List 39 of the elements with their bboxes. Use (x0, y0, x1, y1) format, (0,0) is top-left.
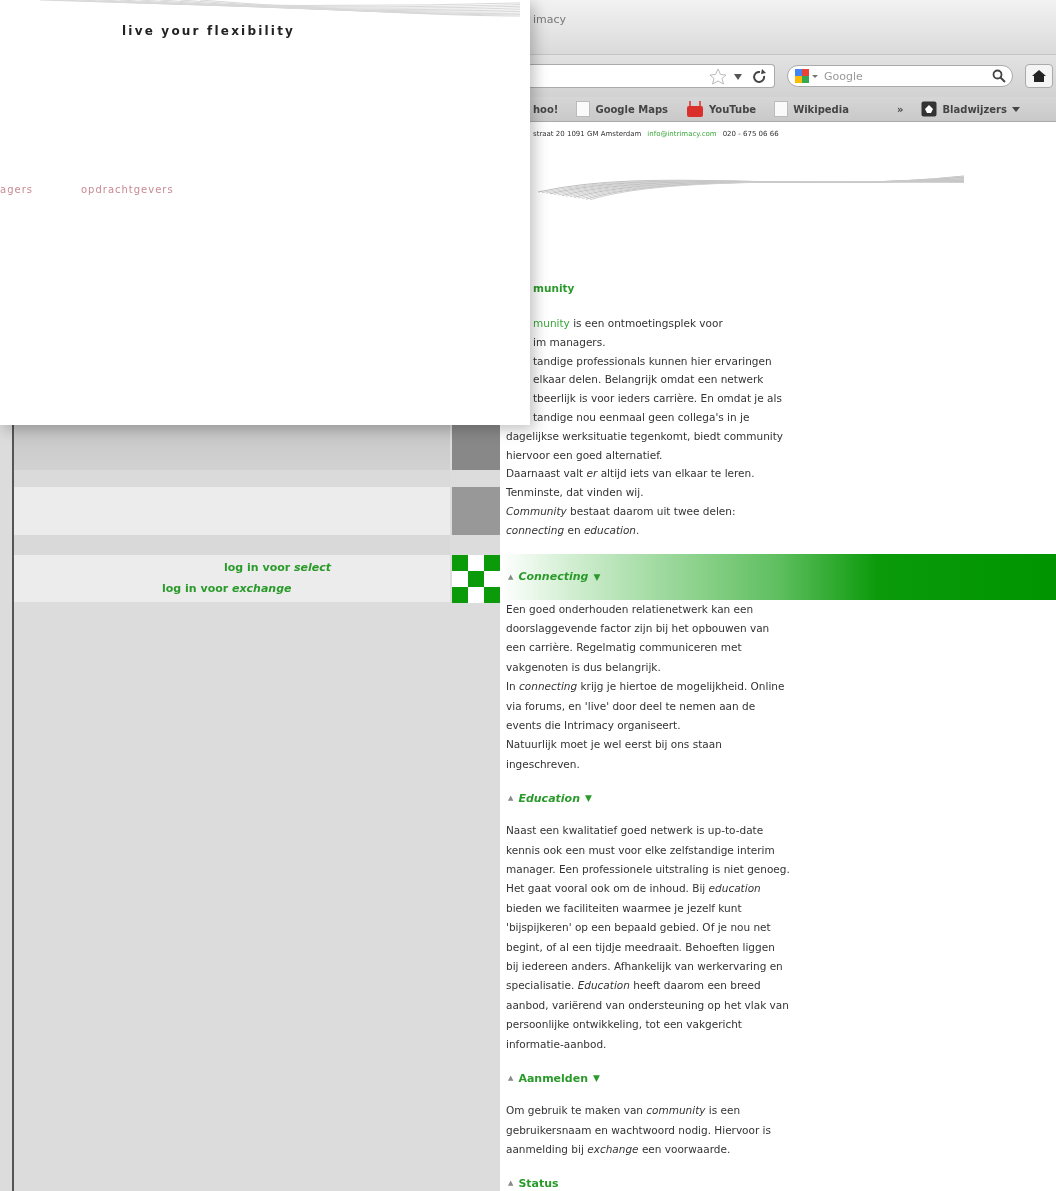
search-field[interactable]: Google (787, 65, 1013, 87)
tagline: live your flexibility (122, 24, 297, 38)
section-heading[interactable]: Connecting (518, 570, 589, 584)
section-heading: munity (532, 282, 576, 296)
bookmark-item[interactable]: » (896, 103, 904, 115)
bookmark-item[interactable]: Bladwijzers (921, 101, 1020, 117)
down-arrow[interactable]: ▼ (593, 1073, 600, 1084)
caret-icon (1011, 105, 1020, 113)
bookmark-item[interactable]: Google Maps (576, 101, 669, 117)
bookmark-item[interactable]: Wikipedia (774, 101, 849, 117)
paragraph: Een goed onderhouden relatienetwerk kan een doorslaggevende factor zijn bij het opbouwen van een carrière. Regelmatig communiceren met vakgenoten is dus belangrijk. In connecting krijg je hiertoe de mogelijkheid. Online via forums, en 'live' door deel te nemen aan de events die Intrimacy organiseert. Natuurlijk moet je wel eerst bij ons staan ingeschreven. (505, 601, 786, 772)
search-icon (992, 69, 1006, 83)
video-icon (686, 100, 705, 118)
search-engine-icon (794, 66, 820, 86)
square-block (452, 425, 500, 470)
section-heading[interactable]: Education (518, 791, 580, 805)
nav-link[interactable]: opdrachtgevers (80, 184, 174, 195)
section-heading[interactable]: Aanmelden (518, 1071, 589, 1085)
down-arrow[interactable]: ▼ (593, 571, 601, 582)
nav-link[interactable]: agers (0, 184, 33, 195)
down-arrow[interactable]: ▼ (585, 793, 592, 804)
link[interactable]: munity (533, 317, 570, 329)
login-link[interactable]: log in voor exchange (162, 582, 292, 595)
page-icon (774, 101, 789, 117)
home-icon (1032, 69, 1046, 83)
search-input[interactable]: Google (822, 68, 990, 84)
page-icon (576, 101, 591, 117)
home-button[interactable] (1025, 64, 1053, 88)
square-block (452, 487, 500, 535)
paragraph: Naast een kwalitatief goed netwerk is up-to-date kennis ook een must voor elke zelfstandige interim manager. Een professionele uitstraling is niet genoeg. Het gaat vooral ook om de inhoud. Bij education bieden we faciliteiten waarmee je jezelf kunt 'bijspijkeren' op een bepaald gebied. Of je nou net begint, of al een tijdje meedraait. Behoeften liggen bij iedereen anders. Afhankelijk van werkervaring en specialisatie. Education heeft daarom een breed aanbod, variërend van ondersteuning op het vlak van persoonlijke ontwikkeling, tot een vakgericht informatie-aanbod. (505, 823, 791, 1052)
address-field[interactable] (530, 64, 775, 88)
folder-icon (921, 101, 938, 117)
section-heading[interactable]: Status (518, 1176, 559, 1190)
paragraph: Om gebruik te maken van community is een gebruikersnaam en wachtwoord nodig. Hiervoor is aanmelding bij exchange een voorwaarde. (505, 1103, 772, 1157)
paragraph: dagelijkse werksituatie tegenkomt, biedt community hiervoor een goed alternatief. Daarnaast valt er altijd iets van elkaar te leren. Tenminste, dat vinden wij. Community bestaat daarom uit twee delen: connecting en education. (505, 428, 785, 538)
bookmark-item[interactable]: hoo! (533, 103, 559, 115)
bookmark-item[interactable]: YouTube (686, 100, 757, 118)
login-link[interactable]: log in voor select (224, 561, 332, 574)
tab-title[interactable]: imacy (533, 13, 567, 26)
